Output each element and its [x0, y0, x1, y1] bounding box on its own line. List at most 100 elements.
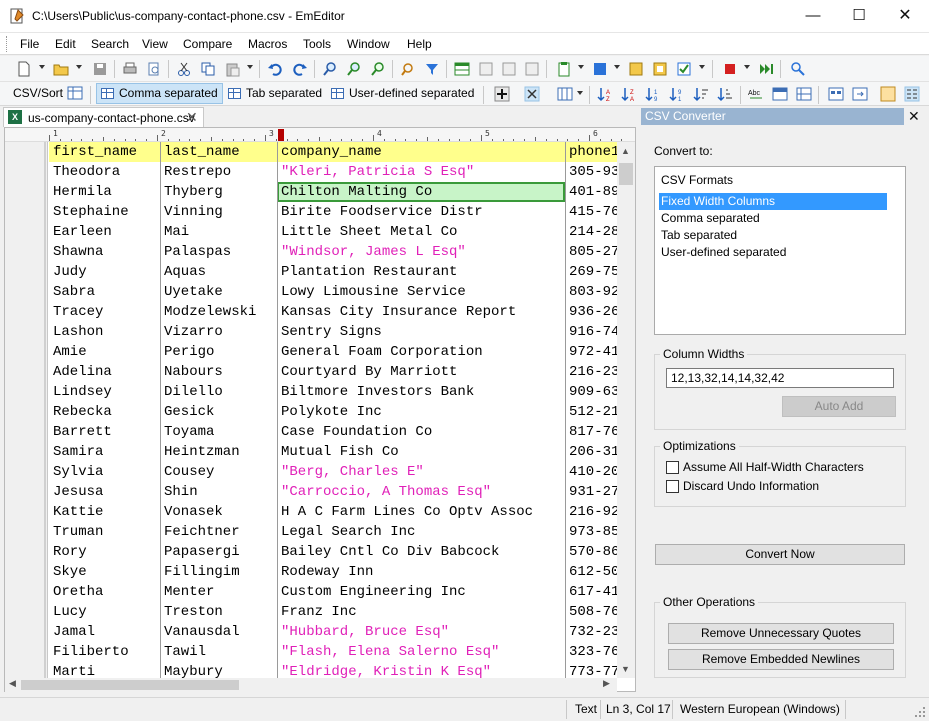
table-cell[interactable]: 305-93 [565, 162, 617, 182]
table-cell[interactable]: Heintzman [160, 442, 277, 462]
table-cell[interactable]: Aquas [160, 262, 277, 282]
table-cell[interactable]: 401-89 [565, 182, 617, 202]
column-widths-input[interactable]: 12,13,32,14,14,32,42 [666, 368, 894, 388]
table-cell[interactable]: 206-31 [565, 442, 617, 462]
table-cell[interactable]: Plantation Restaurant [277, 262, 565, 282]
scroll-right-arrow-icon[interactable]: ▶ [603, 678, 610, 689]
table-cell[interactable]: Shawna [49, 242, 160, 262]
find-in-files-icon[interactable] [400, 61, 416, 77]
table-cell[interactable]: Mutual Fish Co [277, 442, 565, 462]
close-panel-icon[interactable]: ✕ [908, 108, 920, 125]
scroll-up-arrow-icon[interactable]: ▲ [621, 146, 630, 156]
table-cell[interactable]: "Kleri, Patricia S Esq" [277, 162, 565, 182]
table-cell[interactable]: Courtyard By Marriott [277, 362, 565, 382]
table-cell[interactable]: Birite Foodservice Distr [277, 202, 565, 222]
table-cell[interactable]: Franz Inc [277, 602, 565, 622]
table-cell[interactable]: Fillingim [160, 562, 277, 582]
sort-numeric-ascending-icon[interactable]: 19 [645, 86, 661, 102]
table-cell[interactable]: 803-92 [565, 282, 617, 302]
table-row[interactable]: 5EarleenMaiLittle Sheet Metal Co214-28 [49, 222, 617, 242]
table-row[interactable]: 7JudyAquasPlantation Restaurant269-75 [49, 262, 617, 282]
table-cell[interactable]: Papasergi [160, 542, 277, 562]
table-cell[interactable]: Jesusa [49, 482, 160, 502]
table-cell[interactable]: Samira [49, 442, 160, 462]
table-cell[interactable]: Tawil [160, 642, 277, 662]
table-cell[interactable]: Gesick [160, 402, 277, 422]
open-folder-icon[interactable] [53, 61, 69, 77]
table-cell[interactable]: 909-63 [565, 382, 617, 402]
menu-window[interactable]: Window [347, 37, 390, 51]
table-cell[interactable]: Sabra [49, 282, 160, 302]
find-next-icon[interactable] [346, 61, 362, 77]
table-cell[interactable]: 732-23 [565, 622, 617, 642]
column-select-icon[interactable] [557, 86, 573, 102]
table-row[interactable]: 27MartiMaybury"Eldridge, Kristin K Esq"7… [49, 662, 617, 678]
run-macro-icon[interactable] [758, 61, 774, 77]
csv-converter-icon[interactable] [828, 86, 844, 102]
table-row[interactable]: 22SkyeFillingimRodeway Inn612-50 [49, 562, 617, 582]
table-cell[interactable]: Theodora [49, 162, 160, 182]
convert-now-button[interactable]: Convert Now [655, 544, 905, 565]
table-cell[interactable]: Vizarro [160, 322, 277, 342]
menu-macros[interactable]: Macros [248, 37, 287, 51]
table-cell[interactable]: Cousey [160, 462, 277, 482]
format-list-item-selected[interactable]: Fixed Width Columns [659, 193, 887, 210]
table-cell[interactable]: 512-21 [565, 402, 617, 422]
sort-ascending-icon[interactable]: AZ [597, 86, 613, 102]
menu-tools[interactable]: Tools [303, 37, 331, 51]
menu-compare[interactable]: Compare [183, 37, 232, 51]
table-row[interactable]: 25JamalVanausdal"Hubbard, Bruce Esq"732-… [49, 622, 617, 642]
table-row[interactable]: 16SamiraHeintzmanMutual Fish Co206-31 [49, 442, 617, 462]
table-row[interactable]: 9TraceyModzelewskiKansas City Insurance … [49, 302, 617, 322]
table-cell[interactable]: 415-76 [565, 202, 617, 222]
table-cell[interactable]: Lindsey [49, 382, 160, 402]
table-cell[interactable]: 612-50 [565, 562, 617, 582]
table-cell[interactable]: 570-86 [565, 542, 617, 562]
macro-dropdown-arrow[interactable] [699, 65, 705, 69]
table-cell[interactable]: 269-75 [565, 262, 617, 282]
table-cell[interactable]: Shin [160, 482, 277, 502]
table-cell[interactable]: Amie [49, 342, 160, 362]
column-header-cell[interactable]: company_name [277, 142, 565, 162]
add-cell-icon[interactable] [494, 86, 510, 102]
split-window-icon[interactable] [454, 61, 470, 77]
menubar-grip[interactable] [6, 36, 9, 52]
vertical-scroll-thumb[interactable] [619, 163, 633, 185]
tab-separated-button[interactable]: Tab separated [223, 83, 327, 104]
copy-icon[interactable] [200, 61, 216, 77]
table-cell[interactable]: 508-76 [565, 602, 617, 622]
spell-check-icon[interactable]: Abc [748, 86, 764, 102]
table-cell[interactable]: Filiberto [49, 642, 160, 662]
table-row[interactable]: 14RebeckaGesickPolykote Inc512-21 [49, 402, 617, 422]
table-cell[interactable]: Chilton Malting Co [277, 182, 565, 202]
snippet-icon[interactable] [628, 61, 644, 77]
maximize-button[interactable]: ☐ [836, 0, 882, 32]
table-cell[interactable]: Sylvia [49, 462, 160, 482]
vertical-scrollbar[interactable]: ▲ ▼ [617, 142, 635, 678]
filter-icon[interactable] [424, 61, 440, 77]
table-cell[interactable]: Little Sheet Metal Co [277, 222, 565, 242]
table-cell[interactable]: "Flash, Elena Salerno Esq" [277, 642, 565, 662]
table-cell[interactable]: Rory [49, 542, 160, 562]
undo-icon[interactable] [267, 61, 283, 77]
header-row[interactable]: 1first_namelast_namecompany_namephone1 [49, 142, 617, 162]
table-cell[interactable]: Vinning [160, 202, 277, 222]
table-cell[interactable]: Restrepo [160, 162, 277, 182]
cut-icon[interactable] [176, 61, 192, 77]
table-cell[interactable]: General Foam Corporation [277, 342, 565, 362]
table-row[interactable]: 18JesusaShin"Carroccio, A Thomas Esq"931… [49, 482, 617, 502]
menu-view[interactable]: View [142, 37, 168, 51]
column-header-cell[interactable]: last_name [160, 142, 277, 162]
scroll-left-arrow-icon[interactable]: ◀ [9, 678, 16, 689]
table-cell[interactable]: Thyberg [160, 182, 277, 202]
table-row[interactable]: 17SylviaCousey"Berg, Charles E"410-20 [49, 462, 617, 482]
project-icon[interactable] [652, 61, 668, 77]
table-cell[interactable]: Toyama [160, 422, 277, 442]
table-row[interactable]: 2TheodoraRestrepo"Kleri, Patricia S Esq"… [49, 162, 617, 182]
table-cell[interactable]: 214-28 [565, 222, 617, 242]
table-row[interactable]: 15BarrettToyamaCase Foundation Co817-76 [49, 422, 617, 442]
menu-edit[interactable]: Edit [55, 37, 76, 51]
table-cell[interactable]: Rodeway Inn [277, 562, 565, 582]
table-row[interactable]: 10LashonVizarroSentry Signs916-74 [49, 322, 617, 342]
table-cell[interactable]: Kansas City Insurance Report [277, 302, 565, 322]
